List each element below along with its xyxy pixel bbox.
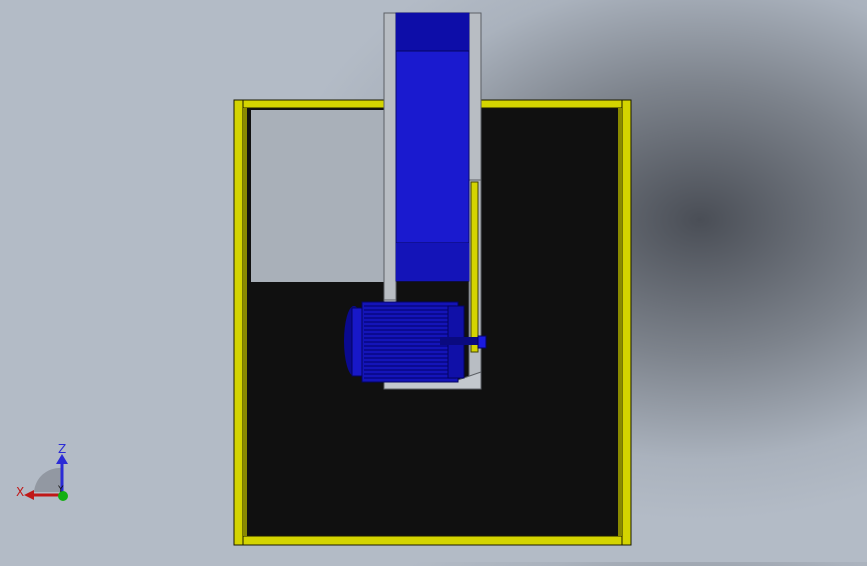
orientation-triad[interactable]: Z X Y	[12, 440, 74, 506]
cad-viewport[interactable]: Z X Y	[0, 0, 867, 562]
model-view	[233, 12, 632, 546]
conveyor-belt	[395, 12, 470, 282]
wall-opening	[251, 110, 384, 282]
x-axis-label: X	[16, 485, 25, 499]
side-guard	[470, 181, 479, 353]
y-axis-label: Y	[58, 485, 64, 495]
z-axis-label: Z	[58, 442, 67, 456]
